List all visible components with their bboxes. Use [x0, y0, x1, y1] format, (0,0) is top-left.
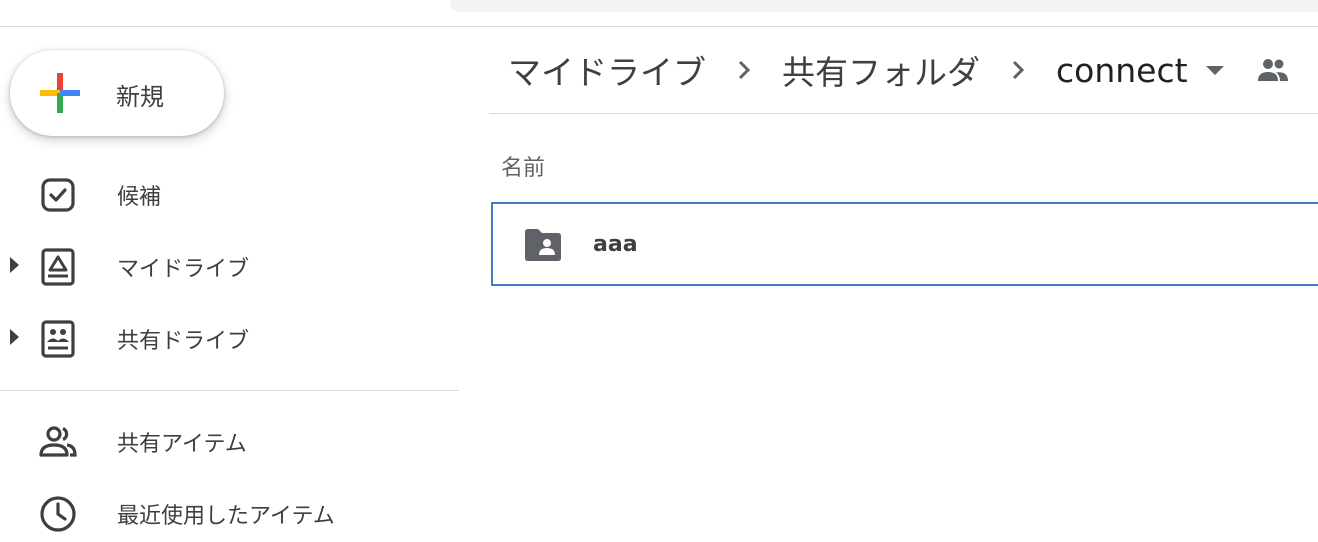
table-row[interactable]: aaa — [491, 202, 1318, 286]
sidebar-item-label: 共有アイテム — [117, 432, 247, 457]
caret-down-icon[interactable] — [1205, 65, 1224, 75]
sidebar-item-shared-drives[interactable]: 共有ドライブ — [0, 307, 459, 367]
sidebar-item-label: 共有ドライブ — [117, 329, 250, 354]
sidebar-item-label: 候補 — [117, 185, 162, 210]
chevron-right-icon — [738, 60, 751, 80]
people-icon — [1257, 59, 1288, 81]
expand-caret-icon[interactable] — [10, 329, 19, 345]
shared-drives-icon — [41, 320, 75, 358]
sidebar-item-shared-with-me[interactable]: 共有アイテム — [0, 410, 459, 470]
my-drive-icon — [41, 248, 75, 286]
header-divider — [0, 26, 1318, 27]
chevron-right-icon — [1012, 60, 1025, 80]
sidebar-item-label: マイドライブ — [117, 257, 250, 282]
sidebar-item-my-drive[interactable]: マイドライブ — [0, 235, 459, 295]
plus-icon — [40, 73, 80, 113]
file-name: aaa — [593, 232, 638, 257]
shared-with-me-icon — [39, 426, 77, 457]
suggestions-icon — [41, 178, 75, 212]
breadcrumb: マイドライブ 共有フォルダ connect — [508, 40, 1290, 100]
breadcrumb-current-folder[interactable]: connect — [1056, 51, 1188, 90]
toolbar-divider — [489, 113, 1318, 114]
breadcrumb-item-shared-folder[interactable]: 共有フォルダ — [782, 46, 980, 94]
sidebar-divider — [0, 390, 459, 391]
shared-folder-icon — [525, 229, 561, 261]
breadcrumb-item-my-drive[interactable]: マイドライブ — [508, 46, 706, 94]
recent-clock-icon — [40, 496, 76, 532]
search-bar[interactable] — [450, 0, 1318, 12]
sidebar-item-suggestions[interactable]: 候補 — [0, 163, 459, 223]
new-button-label: 新規 — [116, 83, 164, 111]
column-header-name[interactable]: 名前 — [501, 150, 545, 182]
sidebar-item-recent[interactable]: 最近使用したアイテム — [0, 482, 459, 542]
new-button[interactable]: 新規 — [10, 50, 224, 136]
sidebar-item-label: 最近使用したアイテム — [117, 504, 335, 529]
expand-caret-icon[interactable] — [10, 257, 19, 273]
